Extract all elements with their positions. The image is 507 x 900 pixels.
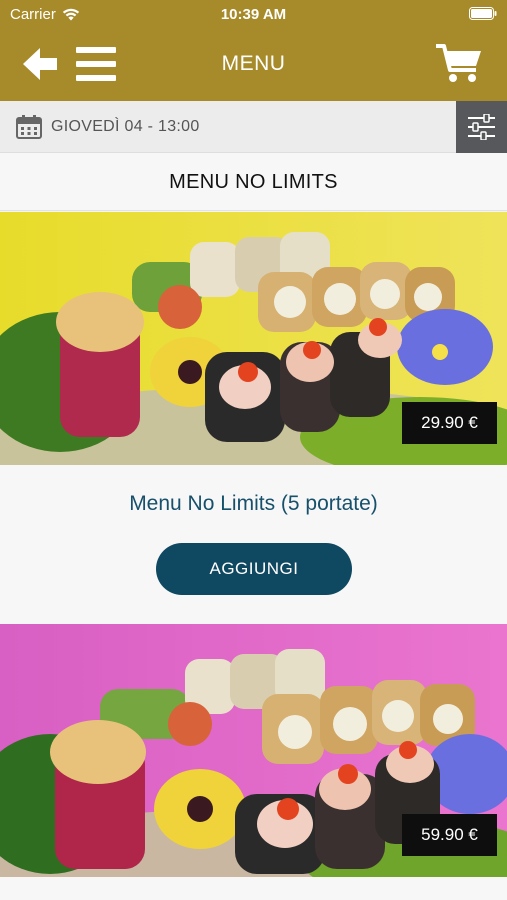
price-badge: 29.90 € <box>402 402 497 444</box>
battery-icon <box>469 7 497 20</box>
sliders-filter-icon <box>468 114 495 140</box>
shopping-cart-icon[interactable] <box>435 43 483 85</box>
status-time: 10:39 AM <box>220 6 287 23</box>
navigation-bar: MENU <box>0 28 507 101</box>
category-title: MENU NO LIMITS <box>0 153 507 211</box>
price-badge: 59.90 € <box>402 814 497 856</box>
status-bar: Carrier 10:39 AM <box>0 0 507 28</box>
calendar-icon <box>16 115 42 139</box>
filter-button[interactable] <box>456 101 507 153</box>
page-title: MENU <box>221 52 286 75</box>
product-card: 29.90 € Menu No Limits (5 portate) AGGIU… <box>0 212 507 624</box>
date-selector-bar[interactable]: GIOVEDÌ 04 - 13:00 <box>0 101 507 153</box>
delivery-date-label[interactable]: GIOVEDÌ 04 - 13:00 <box>51 118 200 136</box>
app-header: Carrier 10:39 AM MENU <box>0 0 507 101</box>
product-name[interactable]: Menu No Limits (5 portate) <box>0 492 507 516</box>
product-card: 59.90 € <box>0 624 507 900</box>
add-to-cart-button[interactable]: AGGIUNGI <box>156 543 352 595</box>
